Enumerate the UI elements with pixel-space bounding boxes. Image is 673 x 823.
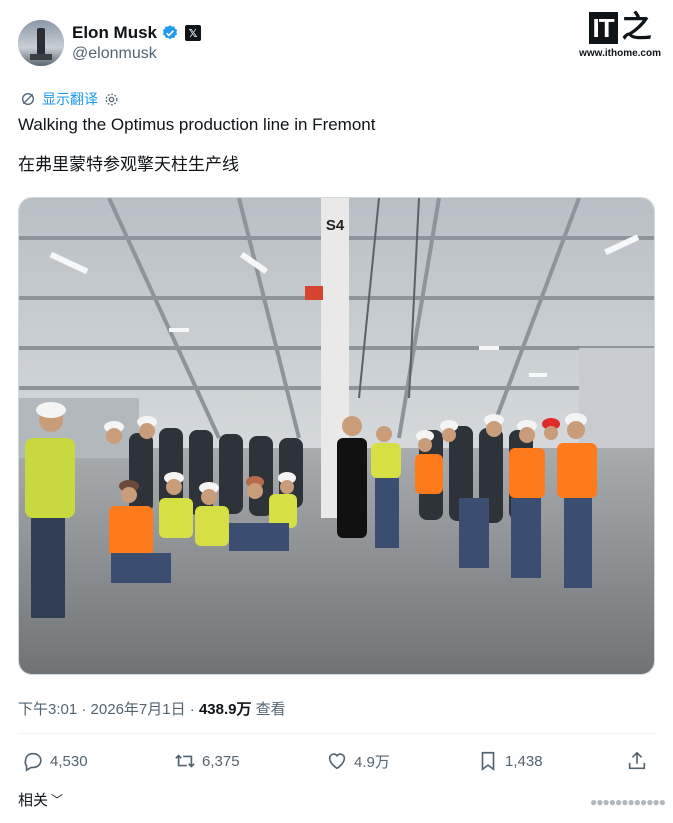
verified-icon [162,25,178,40]
ithome-logo-glyph: 之 [621,10,652,45]
meta-separator: · [77,701,91,718]
retweet-count: 6,375 [202,752,240,770]
reply-count: 4,530 [50,752,88,770]
dotted-watermark: ●●●●●●●●●●●● [590,795,666,809]
share-icon [628,751,646,770]
bookmark-icon [481,751,495,771]
ithome-url: www.ithome.com [579,48,661,59]
author-block: Elon Musk 𝕏 @elonmusk [72,23,202,63]
show-translation-link[interactable]: 显示翻译 [42,89,98,109]
retweet-icon [175,754,195,768]
views-label: 查看 [251,701,286,718]
related-toggle[interactable]: 相关 ﹀ [18,789,63,810]
ithome-logo: IT 之 www.ithome.com [579,10,661,60]
chevron-down-icon: ﹀ [51,793,64,807]
tweet-text-zh: 在弗里蒙特参观擎天柱生产线 [18,155,239,174]
reply-button[interactable]: 4,530 [22,750,88,772]
tweet-text-en: Walking the Optimus production line in F… [18,115,376,134]
tweet-meta: 下午3:01 · 2026年7月1日 · 438.9万 查看 [18,698,286,719]
x-affiliate-icon: 𝕏 [185,25,202,41]
tweet-date[interactable]: 2026年7月1日 [91,701,186,718]
gear-icon[interactable] [104,92,119,107]
reply-icon [24,752,42,772]
factory-group-photo: S4 [19,198,654,674]
meta-separator: · [185,701,199,718]
tweet-time[interactable]: 下午3:01 [18,701,77,718]
tweet-photo[interactable]: S4 [18,197,655,675]
avatar[interactable] [18,20,64,66]
bookmark-count: 1,438 [505,752,543,770]
related-label: 相关 [18,792,49,809]
translate-icon [22,93,34,105]
author-handle[interactable]: @elonmusk [72,45,201,63]
share-button[interactable] [626,750,654,772]
like-icon [328,753,346,770]
ithome-logo-mark: IT [588,12,618,44]
tweet-header: Elon Musk 𝕏 @elonmusk [18,20,202,66]
retweet-button[interactable]: 6,375 [174,750,240,772]
author-display-name[interactable]: Elon Musk [72,23,157,43]
views-count: 438.9万 [198,701,252,718]
divider [18,733,655,734]
like-count: 4.9万 [354,753,390,771]
action-bar: 4,530 6,375 4.9万 1,438 [0,750,673,780]
translate-row: 显示翻译 [20,89,119,109]
pillar-label: S4 [326,217,345,234]
like-button[interactable]: 4.9万 [326,750,390,772]
bookmark-button[interactable]: 1,438 [477,750,543,772]
